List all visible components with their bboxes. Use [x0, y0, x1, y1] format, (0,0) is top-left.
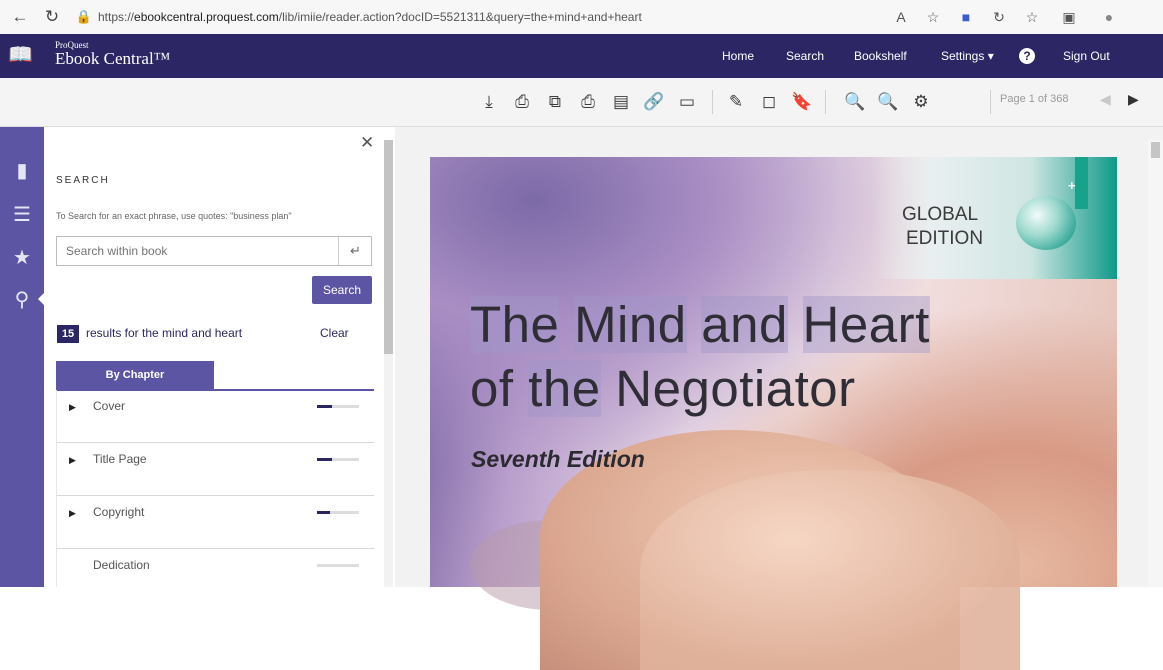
collections-icon[interactable]: ▣: [1058, 7, 1080, 27]
title-word: of: [470, 360, 514, 417]
book-icon[interactable]: ▮: [8, 157, 36, 185]
search-query: the mind and heart: [142, 326, 243, 340]
download-icon[interactable]: ⤓: [478, 91, 500, 113]
badge-strip: [1075, 157, 1088, 209]
search-panel-heading: SEARCH: [56, 175, 110, 186]
search-button[interactable]: Search: [312, 276, 372, 304]
chapter-label: Title Page: [93, 452, 147, 466]
refresh-extension-icon[interactable]: ↻: [988, 7, 1010, 27]
title-word-highlighted: the: [528, 360, 601, 417]
tab-by-chapter[interactable]: By Chapter: [56, 361, 214, 389]
add-to-bookshelf-icon[interactable]: ▤: [610, 91, 632, 113]
url-prefix: https://: [98, 10, 135, 24]
nav-settings[interactable]: Settings ▾: [941, 34, 994, 78]
brand-name[interactable]: Ebook Central™: [55, 49, 170, 69]
toolbar-divider: [825, 90, 826, 114]
search-hint: To Search for an exact phrase, use quote…: [56, 211, 292, 221]
next-page-icon[interactable]: ▶: [1128, 91, 1139, 108]
note-icon[interactable]: ◻: [758, 91, 780, 113]
globe-icon: [1016, 196, 1076, 250]
bookmark-icon[interactable]: 🔖: [791, 91, 813, 113]
nav-home[interactable]: Home: [722, 34, 754, 78]
read-aloud-icon[interactable]: A: [890, 7, 912, 27]
page-indicator[interactable]: Page 1 of 368: [1000, 93, 1069, 105]
search-input[interactable]: [60, 240, 342, 262]
book-edition: Seventh Edition: [471, 446, 645, 472]
relevance-bar: [317, 458, 359, 461]
relevance-bar: [317, 511, 359, 514]
url-path: /lib/imiie/reader.action?docID=5521311&q…: [278, 10, 642, 24]
open-book-logo-icon[interactable]: 📖: [8, 44, 33, 66]
relevance-fill: [317, 458, 332, 461]
site-info-icon[interactable]: 🔒: [72, 6, 96, 28]
view-settings-icon[interactable]: ⚙: [910, 91, 932, 113]
reader-scrollbar[interactable]: [1148, 140, 1163, 587]
extension-icon[interactable]: ■: [955, 7, 977, 27]
print-icon[interactable]: ⎙: [511, 91, 533, 113]
clear-results-link[interactable]: Clear: [320, 326, 349, 340]
reload-icon[interactable]: ↻: [40, 6, 64, 28]
toolbar-divider: [990, 90, 991, 114]
close-icon[interactable]: ✕: [360, 133, 374, 153]
results-for-label: results for: [86, 326, 139, 340]
chapter-result-row[interactable]: Dedication: [56, 549, 374, 587]
book-title-line1: The Mind and Heart: [470, 292, 930, 358]
relevance-fill: [317, 511, 330, 514]
chapter-result-row[interactable]: ▶ Cover: [56, 390, 374, 443]
reader-scrollbar-thumb[interactable]: [1151, 142, 1160, 158]
url-domain: ebookcentral.proquest.com: [134, 10, 279, 24]
zoom-in-icon[interactable]: 🔍: [877, 91, 899, 113]
title-word-highlighted: Mind: [574, 296, 687, 353]
results-summary: results for the mind and heart: [86, 326, 242, 340]
citation-icon[interactable]: ▭: [676, 91, 698, 113]
side-rail: [0, 127, 44, 587]
nav-bookshelf[interactable]: Bookshelf: [854, 34, 907, 78]
title-word-highlighted: and: [701, 296, 788, 353]
enter-icon[interactable]: ↵: [338, 237, 372, 265]
highlight-pen-icon[interactable]: ✎: [725, 91, 747, 113]
help-icon[interactable]: ?: [1019, 48, 1035, 64]
relevance-bar: [317, 564, 359, 567]
nav-sign-out[interactable]: Sign Out: [1063, 34, 1110, 78]
address-bar[interactable]: https://ebookcentral.proquest.com/lib/im…: [98, 7, 878, 27]
search-icon[interactable]: ⚲: [8, 286, 36, 314]
global-edition-line1: GLOBAL: [902, 204, 979, 225]
copy-icon[interactable]: ⧉: [544, 91, 566, 113]
cover-hand: [640, 470, 1020, 670]
print-pages-icon[interactable]: ⎙: [577, 91, 599, 113]
book-title-line2: of the Negotiator: [470, 356, 856, 422]
panel-scrollbar-thumb[interactable]: [384, 140, 393, 354]
star-icon[interactable]: ★: [8, 244, 36, 272]
chapter-label: Cover: [93, 399, 126, 413]
global-edition-line2: EDITION: [906, 228, 984, 249]
title-word: Negotiator: [615, 360, 856, 417]
table-of-contents-icon[interactable]: ☰: [8, 201, 36, 229]
nav-search[interactable]: Search: [786, 34, 824, 78]
title-word-highlighted: Heart: [802, 296, 930, 353]
toolbar-divider: [712, 90, 713, 114]
title-word-highlighted: The: [470, 296, 560, 353]
expand-caret-icon[interactable]: ▶: [69, 402, 76, 413]
zoom-out-icon[interactable]: 🔍: [844, 91, 866, 113]
chapter-label: Dedication: [93, 558, 150, 572]
previous-page-icon[interactable]: ◀: [1100, 91, 1111, 108]
expand-caret-icon[interactable]: ▶: [69, 455, 76, 466]
plus-icon: +: [1068, 178, 1076, 193]
link-icon[interactable]: 🔗: [643, 91, 665, 113]
chapter-label: Copyright: [93, 505, 145, 519]
relevance-fill: [317, 405, 332, 408]
chapter-result-row[interactable]: ▶ Title Page: [56, 443, 374, 496]
relevance-bar: [317, 405, 359, 408]
chapter-result-row[interactable]: ▶ Copyright: [56, 496, 374, 549]
expand-caret-icon[interactable]: ▶: [69, 508, 76, 519]
profile-avatar-icon[interactable]: ●: [1098, 7, 1120, 27]
back-icon[interactable]: ←: [8, 6, 32, 28]
result-count-badge: 15: [57, 325, 79, 343]
favorite-star-icon[interactable]: ☆: [922, 7, 944, 27]
favorites-icon[interactable]: ☆: [1021, 7, 1043, 27]
